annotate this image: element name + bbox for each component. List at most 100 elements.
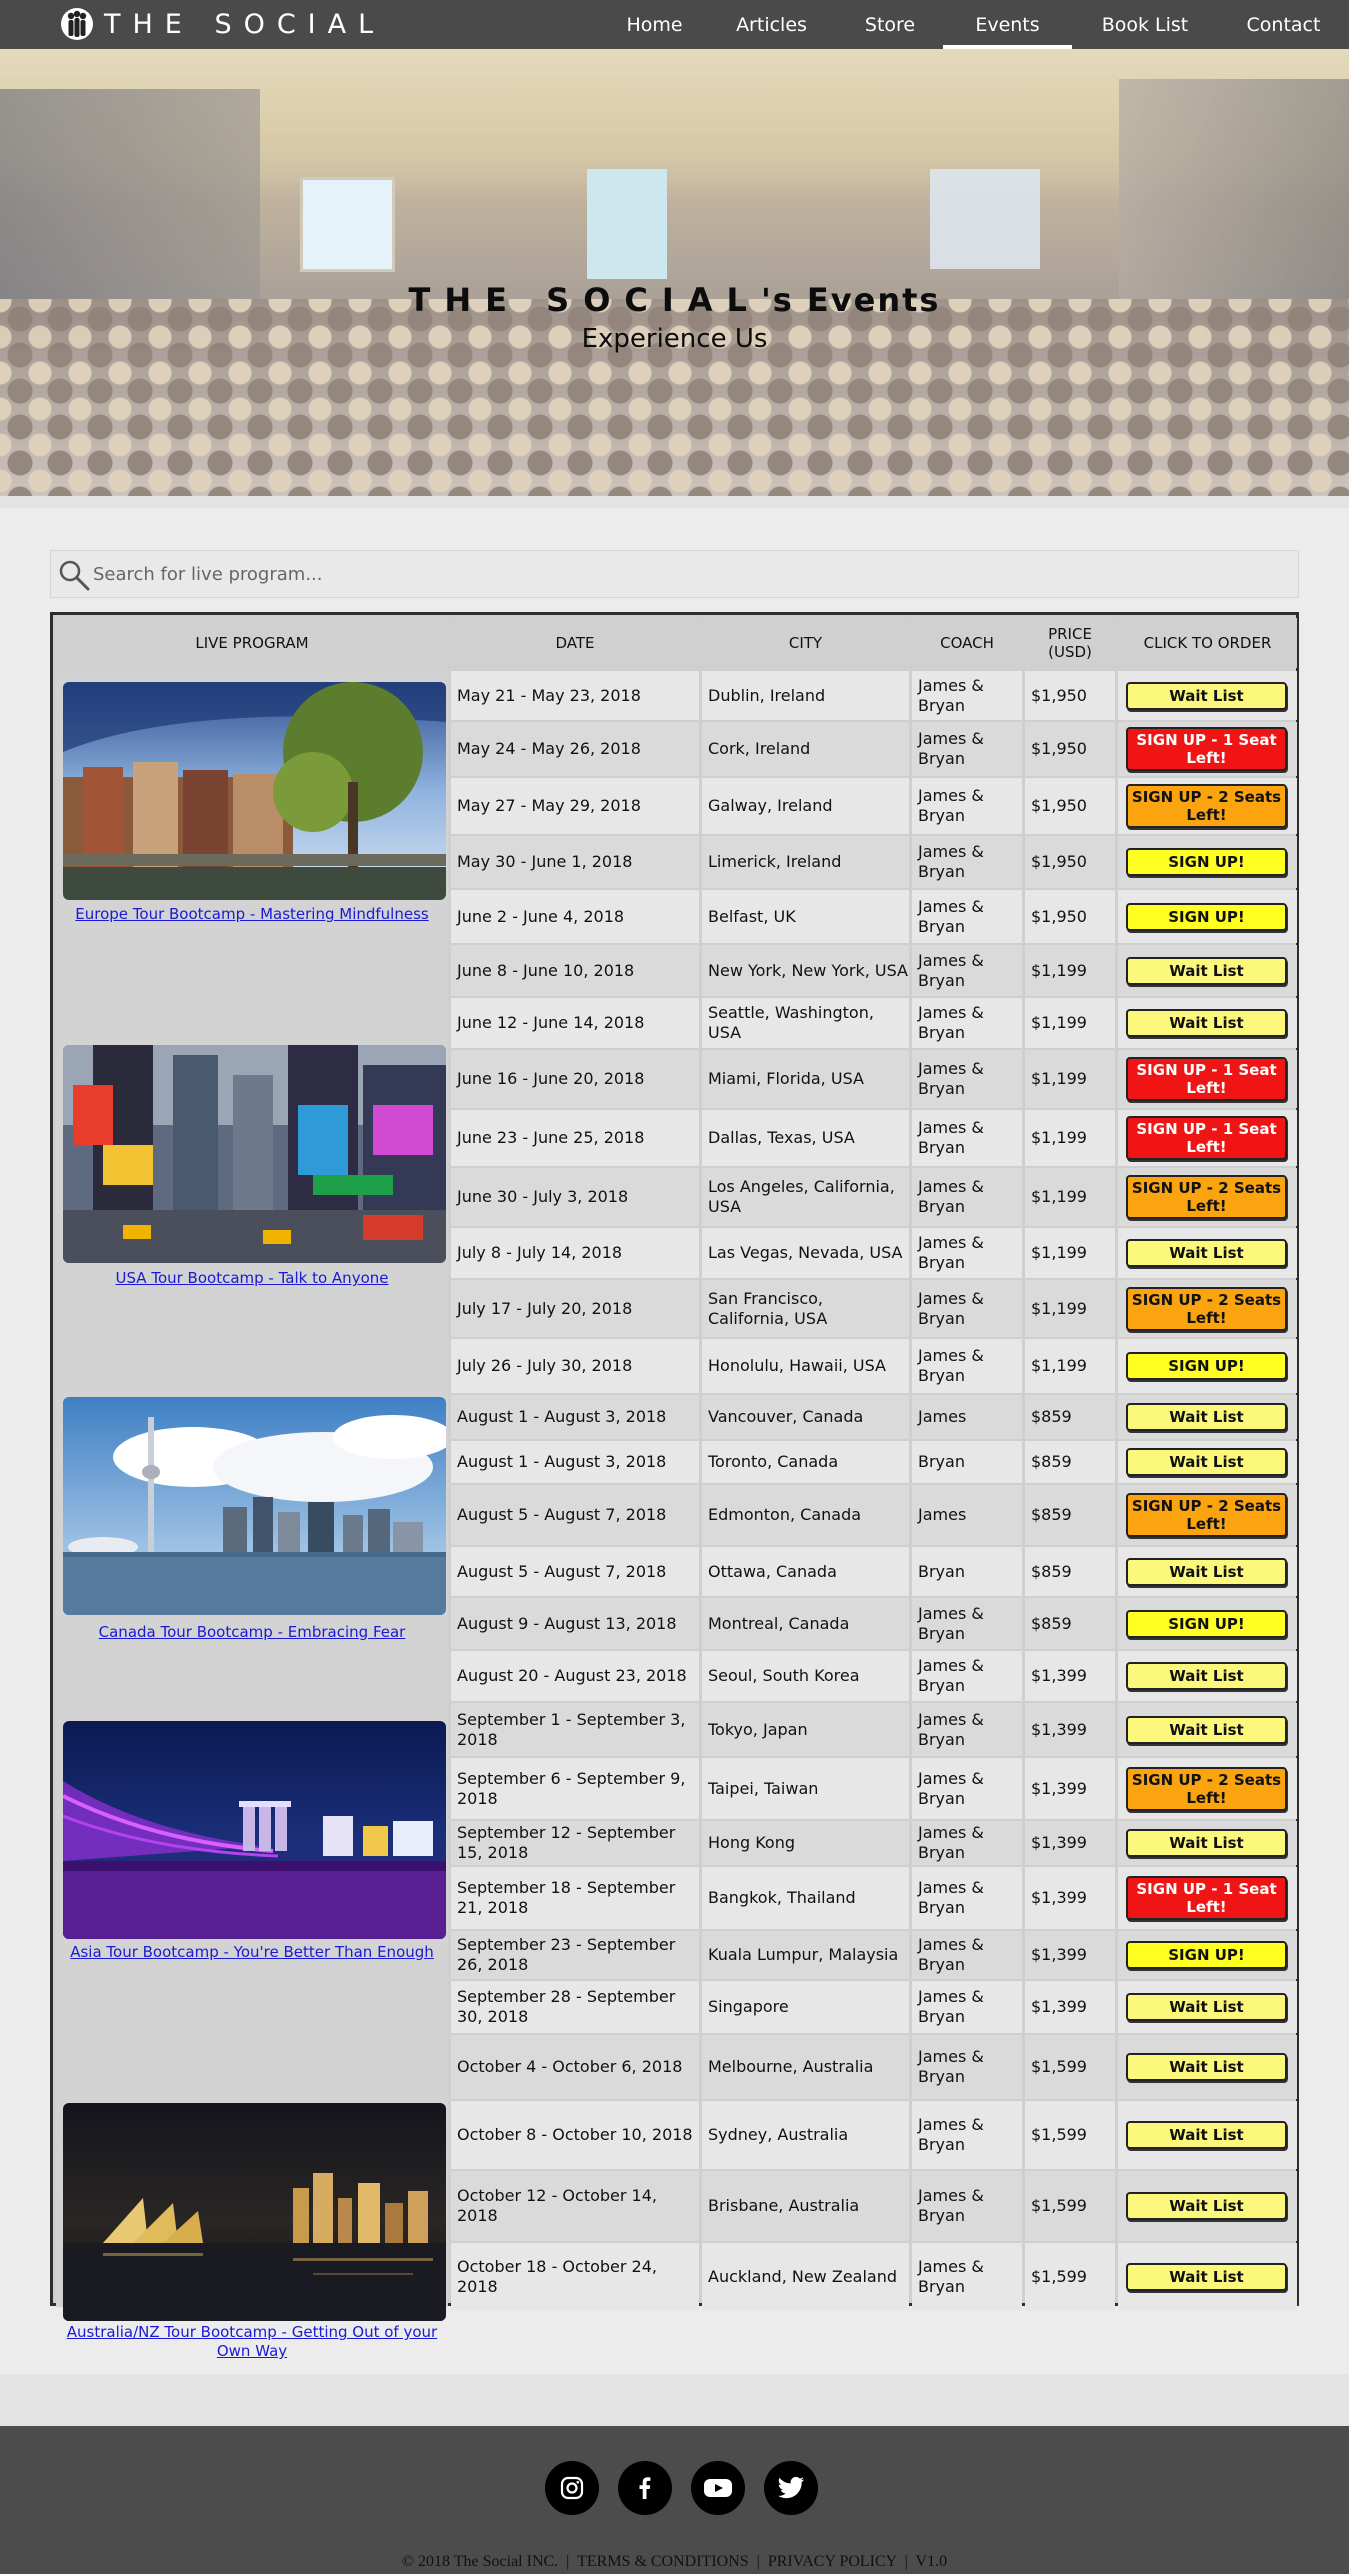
event-price: $1,399 <box>1025 1758 1115 1819</box>
program-image[interactable] <box>63 682 446 900</box>
event-city: Tokyo, Japan <box>702 1703 909 1756</box>
event-price: $1,950 <box>1025 722 1115 776</box>
wait-list-button[interactable]: Wait List <box>1126 2121 1287 2149</box>
event-date: October 18 - October 24, 2018 <box>451 2243 699 2311</box>
program-link[interactable]: Australia/NZ Tour Bootcamp - Getting Out… <box>56 2323 448 2361</box>
event-row: July 17 - July 20, 2018 San Francisco, Ca… <box>451 1280 1297 1337</box>
wait-list-button[interactable]: Wait List <box>1126 1993 1287 2021</box>
sign-up-button[interactable]: SIGN UP! <box>1126 1610 1287 1638</box>
wait-list-button[interactable]: Wait List <box>1126 1009 1287 1037</box>
wait-list-button[interactable]: Wait List <box>1126 1403 1287 1431</box>
nav-book-list[interactable]: Book List <box>1072 0 1218 49</box>
program-link[interactable]: Canada Tour Bootcamp - Embracing Fear <box>56 1623 448 1642</box>
event-row: August 5 - August 7, 2018 Edmonton, Canad… <box>451 1485 1297 1545</box>
program-link[interactable]: Asia Tour Bootcamp - You're Better Than … <box>56 1943 448 1962</box>
wait-list-button[interactable]: Wait List <box>1126 2192 1287 2220</box>
event-price: $1,950 <box>1025 890 1115 943</box>
event-row: August 1 - August 3, 2018 Toronto, Canada… <box>451 1441 1297 1483</box>
event-price: $1,399 <box>1025 1703 1115 1756</box>
footer-band <box>0 2374 1349 2426</box>
event-city: Honolulu, Hawaii, USA <box>702 1339 909 1393</box>
program-link[interactable]: Europe Tour Bootcamp - Mastering Mindful… <box>56 905 448 924</box>
header-coach: COACH <box>912 618 1022 668</box>
wait-list-button[interactable]: Wait List <box>1126 682 1287 710</box>
event-price: $1,199 <box>1025 998 1115 1048</box>
event-price: $1,199 <box>1025 1228 1115 1278</box>
terms-link[interactable]: TERMS & CONDITIONS <box>577 2553 749 2570</box>
event-price: $1,399 <box>1025 1981 1115 2033</box>
event-coach: James & Bryan <box>912 2101 1022 2169</box>
event-date: May 30 - June 1, 2018 <box>451 836 699 888</box>
program-image[interactable] <box>63 2103 446 2321</box>
facebook-icon[interactable] <box>618 2461 672 2515</box>
nav-articles[interactable]: Articles <box>706 0 837 49</box>
event-price: $1,950 <box>1025 778 1115 834</box>
event-row: October 4 - October 6, 2018 Melbourne, Au… <box>451 2035 1297 2099</box>
sign-up-button[interactable]: SIGN UP! <box>1126 1941 1287 1969</box>
program-image[interactable] <box>63 1045 446 1263</box>
event-city: Montreal, Canada <box>702 1598 909 1649</box>
privacy-link[interactable]: PRIVACY POLICY <box>768 2553 897 2570</box>
event-city: Melbourne, Australia <box>702 2035 909 2099</box>
event-date: August 20 - August 23, 2018 <box>451 1651 699 1701</box>
nav-store[interactable]: Store <box>837 0 943 49</box>
program-image[interactable] <box>63 1721 446 1939</box>
event-city: Singapore <box>702 1981 909 2033</box>
event-city: San Francisco, California, USA <box>702 1280 909 1337</box>
event-coach: James & Bryan <box>912 722 1022 776</box>
nav-contact[interactable]: Contact <box>1218 0 1349 49</box>
event-date: October 4 - October 6, 2018 <box>451 2035 699 2099</box>
wait-list-button[interactable]: Wait List <box>1126 1448 1287 1476</box>
youtube-icon[interactable] <box>691 2461 745 2515</box>
event-city: Hong Kong <box>702 1821 909 1865</box>
event-city: Dallas, Texas, USA <box>702 1110 909 1166</box>
wait-list-button[interactable]: Wait List <box>1126 1239 1287 1267</box>
search-icon <box>59 560 90 591</box>
wait-list-button[interactable]: Wait List <box>1126 1716 1287 1744</box>
event-date: August 1 - August 3, 2018 <box>451 1441 699 1483</box>
wait-list-button[interactable]: Wait List <box>1126 2053 1287 2081</box>
event-city: Belfast, UK <box>702 890 909 943</box>
sign-up-button[interactable]: SIGN UP - 1 Seat Left! <box>1126 1116 1287 1160</box>
sign-up-button[interactable]: SIGN UP - 1 Seat Left! <box>1126 1876 1287 1920</box>
event-date: October 8 - October 10, 2018 <box>451 2101 699 2169</box>
header-live-program: LIVE PROGRAM <box>56 618 448 668</box>
event-coach: James & Bryan <box>912 1050 1022 1108</box>
sign-up-button[interactable]: SIGN UP - 1 Seat Left! <box>1126 727 1287 771</box>
wait-list-button[interactable]: Wait List <box>1126 1558 1287 1586</box>
event-city: Edmonton, Canada <box>702 1485 909 1545</box>
instagram-icon[interactable] <box>545 2461 599 2515</box>
sign-up-button[interactable]: SIGN UP - 2 Seats Left! <box>1126 1493 1287 1537</box>
sign-up-button[interactable]: SIGN UP - 2 Seats Left! <box>1126 1175 1287 1219</box>
program-link[interactable]: USA Tour Bootcamp - Talk to Anyone <box>56 1269 448 1288</box>
wait-list-button[interactable]: Wait List <box>1126 1662 1287 1690</box>
event-city: Sydney, Australia <box>702 2101 909 2169</box>
twitter-icon[interactable] <box>764 2461 818 2515</box>
event-date: June 8 - June 10, 2018 <box>451 945 699 996</box>
hero-title: THE SOCIAL's Events <box>0 281 1349 319</box>
event-coach: James & Bryan <box>912 1168 1022 1226</box>
nav-events[interactable]: Events <box>943 0 1072 49</box>
sydney-harbour-night-photo <box>63 2103 446 2321</box>
sign-up-button[interactable]: SIGN UP! <box>1126 1352 1287 1380</box>
wait-list-button[interactable]: Wait List <box>1126 2263 1287 2291</box>
sign-up-button[interactable]: SIGN UP - 1 Seat Left! <box>1126 1057 1287 1101</box>
nav-home[interactable]: Home <box>603 0 706 49</box>
search-input[interactable] <box>93 551 1293 597</box>
brand-logo[interactable]: THE SOCIAL <box>60 6 385 42</box>
event-city: Galway, Ireland <box>702 778 909 834</box>
event-coach: James <box>912 1485 1022 1545</box>
event-coach: James & Bryan <box>912 1703 1022 1756</box>
event-coach: Bryan <box>912 1547 1022 1596</box>
sign-up-button[interactable]: SIGN UP - 2 Seats Left! <box>1126 784 1287 828</box>
program-image[interactable] <box>63 1397 446 1615</box>
sign-up-button[interactable]: SIGN UP! <box>1126 848 1287 876</box>
sign-up-button[interactable]: SIGN UP - 2 Seats Left! <box>1126 1287 1287 1331</box>
event-row: September 6 - September 9, 2018 Taipei, T… <box>451 1758 1297 1819</box>
sign-up-button[interactable]: SIGN UP - 2 Seats Left! <box>1126 1767 1287 1811</box>
wait-list-button[interactable]: Wait List <box>1126 957 1287 985</box>
hero-overlay <box>0 49 1349 496</box>
sign-up-button[interactable]: SIGN UP! <box>1126 903 1287 931</box>
event-date: August 5 - August 7, 2018 <box>451 1485 699 1545</box>
wait-list-button[interactable]: Wait List <box>1126 1829 1287 1857</box>
